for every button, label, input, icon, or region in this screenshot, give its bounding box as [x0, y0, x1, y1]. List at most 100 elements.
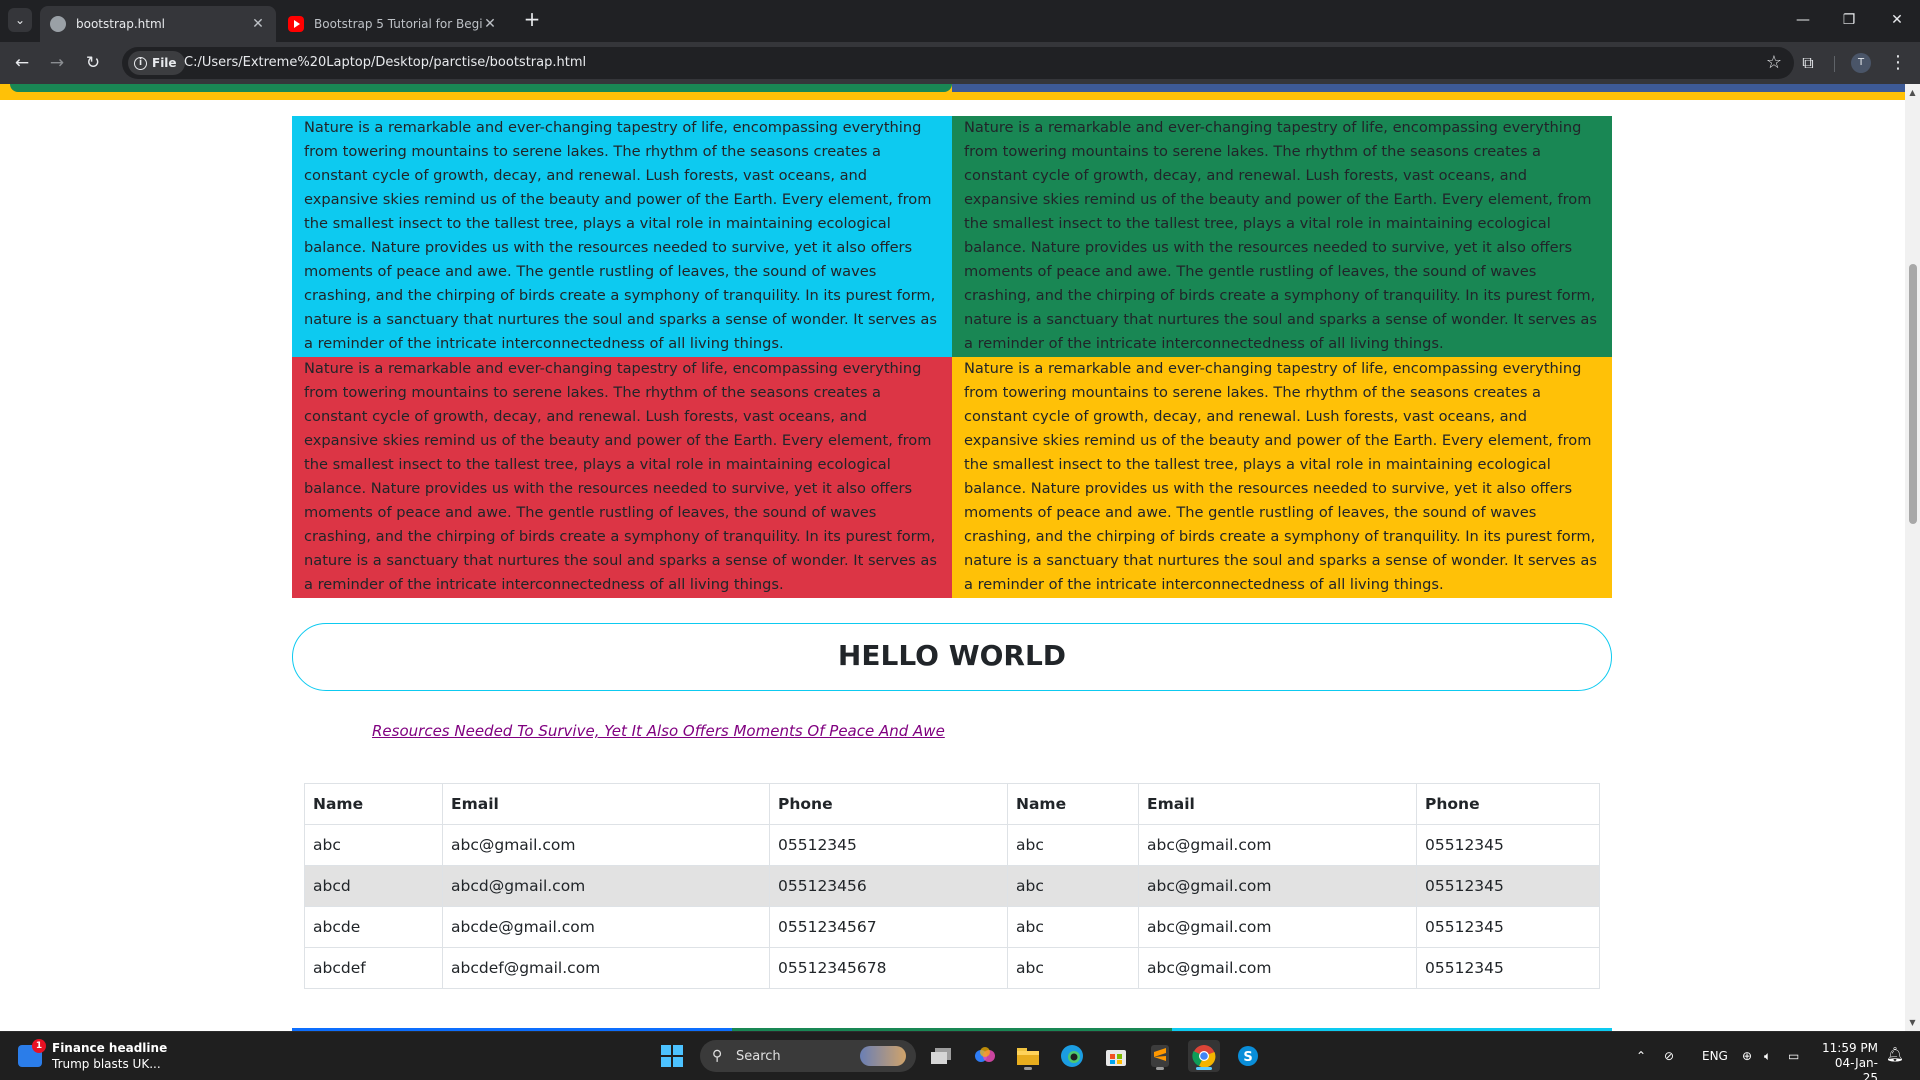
volume-icon[interactable]: 🔈︎ — [1764, 1032, 1771, 1080]
language-indicator[interactable]: ENG — [1702, 1032, 1728, 1080]
show-hidden-icons-chevron-icon[interactable]: ⌃ — [1636, 1032, 1646, 1080]
widget-title: Finance headline — [52, 1041, 168, 1055]
new-tab-button[interactable]: + — [520, 8, 544, 32]
table-row: abcd abcd@gmail.com 055123456 abc abc@gm… — [304, 865, 1600, 907]
table-cell: abc — [1007, 865, 1139, 907]
table-cell: abc — [1007, 824, 1139, 866]
table-cell: abc@gmail.com — [1138, 865, 1417, 907]
running-indicator — [1024, 1067, 1032, 1070]
page-viewport: Nature is a remarkable and ever-changing… — [0, 84, 1905, 1031]
skype-icon[interactable]: S — [1232, 1040, 1264, 1072]
table-row: abc abc@gmail.com 05512345 abc abc@gmail… — [304, 824, 1600, 866]
column-header-name: Name — [304, 783, 443, 825]
edge-browser-icon[interactable] — [1056, 1040, 1088, 1072]
table-cell: 05512345 — [1416, 947, 1600, 989]
widgets-icon: 1 — [18, 1039, 46, 1067]
info-icon: i — [134, 56, 147, 70]
table-cell: abc — [1007, 906, 1139, 948]
table-cell: abcdef — [304, 947, 443, 989]
back-arrow-icon[interactable]: ← — [10, 51, 34, 75]
search-highlight-image — [860, 1046, 906, 1066]
globe-icon — [50, 16, 66, 32]
file-explorer-icon[interactable] — [1012, 1040, 1044, 1072]
close-icon[interactable]: ✕ — [250, 16, 266, 32]
site-info-chip[interactable]: i File — [128, 51, 185, 75]
search-label: Search — [736, 1048, 781, 1064]
taskbar-search-box[interactable]: ⚲ Search — [700, 1040, 916, 1072]
table-cell: 0551234567 — [769, 906, 1008, 948]
tab-title: Bootstrap 5 Tutorial for Beginne — [314, 17, 482, 31]
news-widget[interactable]: 1 Finance headline Trump blasts UK... — [18, 1039, 168, 1072]
warning-paragraph-cell: Nature is a remarkable and ever-changing… — [952, 357, 1612, 598]
column-header-phone: Phone — [1416, 783, 1600, 825]
table-cell: 05512345 — [1416, 824, 1600, 866]
table-cell: abc@gmail.com — [1138, 906, 1417, 948]
clock-time: 11:59 PM — [1822, 1041, 1878, 1055]
task-view-icon[interactable] — [925, 1040, 957, 1072]
table-cell: 05512345 — [1416, 906, 1600, 948]
system-clock[interactable]: 11:59 PM 04-Jan-25 — [1820, 1041, 1878, 1080]
table-row: abcdef abcdef@gmail.com 05512345678 abc … — [304, 947, 1600, 989]
network-offline-icon[interactable]: ⊘ — [1664, 1032, 1674, 1080]
tab-bootstrap-html[interactable]: bootstrap.html ✕ — [40, 6, 276, 42]
menu-kebab-icon[interactable]: ⋮ — [1888, 51, 1908, 75]
windows-start-icon[interactable] — [656, 1040, 688, 1072]
window-close-button[interactable]: ✕ — [1874, 0, 1920, 42]
resources-link[interactable]: Resources Needed To Survive, Yet It Also… — [372, 722, 945, 740]
page-scrollbar[interactable]: ▲ ▼ — [1905, 84, 1920, 1031]
notification-bell-icon[interactable]: 🔔︎ — [1886, 1047, 1904, 1063]
success-paragraph-cell: Nature is a remarkable and ever-changing… — [952, 116, 1612, 357]
site-info-label: File — [152, 56, 177, 70]
table-cell: abc@gmail.com — [442, 824, 770, 866]
running-indicator — [1196, 1067, 1212, 1070]
table-cell: 05512345 — [1416, 865, 1600, 907]
copilot-icon[interactable] — [969, 1040, 1001, 1072]
minimize-button[interactable]: — — [1780, 0, 1826, 42]
restore-button[interactable]: ❐ — [1826, 0, 1872, 42]
scroll-up-arrow-icon[interactable]: ▲ — [1905, 88, 1920, 97]
profile-avatar[interactable]: T — [1851, 53, 1871, 73]
sublime-text-icon[interactable] — [1144, 1040, 1176, 1072]
column-header-name: Name — [1007, 783, 1139, 825]
reload-icon[interactable]: ↻ — [81, 51, 105, 75]
microsoft-store-icon[interactable] — [1100, 1040, 1132, 1072]
table-cell: abc@gmail.com — [1138, 947, 1417, 989]
table-cell: abc — [1007, 947, 1139, 989]
search-icon: ⚲ — [712, 1048, 723, 1064]
column-header-email: Email — [1138, 783, 1417, 825]
tab-search-icon[interactable]: ⌄ — [8, 8, 32, 32]
table-cell: 05512345 — [769, 824, 1008, 866]
close-icon[interactable]: ✕ — [482, 16, 498, 32]
table-cell: abcde — [304, 906, 443, 948]
youtube-icon — [288, 16, 304, 32]
table-cell: 05512345678 — [769, 947, 1008, 989]
table-header-row: Name Email Phone Name Email Phone — [304, 783, 1600, 825]
widget-subtitle: Trump blasts UK... — [52, 1057, 161, 1071]
bookmark-star-icon[interactable]: ☆ — [1766, 47, 1782, 79]
scrollbar-thumb[interactable] — [1909, 264, 1917, 524]
top-color-strip — [0, 84, 1905, 100]
danger-paragraph-cell: Nature is a remarkable and ever-changing… — [292, 357, 952, 598]
extensions-puzzle-icon[interactable]: ⧉ — [1796, 51, 1820, 75]
scroll-down-arrow-icon[interactable]: ▼ — [1905, 1018, 1920, 1027]
table-cell: abc@gmail.com — [1138, 824, 1417, 866]
windows-taskbar: 1 Finance headline Trump blasts UK... ⚲ … — [0, 1031, 1920, 1080]
browser-toolbar: ← → ↻ i File C:/Users/Extreme%20Laptop/D… — [0, 42, 1920, 84]
address-bar[interactable]: i File C:/Users/Extreme%20Laptop/Desktop… — [122, 47, 1794, 79]
tab-youtube-tutorial[interactable]: Bootstrap 5 Tutorial for Beginne ✕ — [278, 6, 508, 42]
tab-title: bootstrap.html — [76, 17, 166, 31]
table-cell: 055123456 — [769, 865, 1008, 907]
battery-icon[interactable]: ▭ — [1788, 1032, 1799, 1080]
forward-arrow-icon[interactable]: → — [45, 51, 69, 75]
notification-badge: 1 — [32, 1039, 46, 1053]
table-cell: abc — [304, 824, 443, 866]
table-cell: abcde@gmail.com — [442, 906, 770, 948]
url-text[interactable]: C:/Users/Extreme%20Laptop/Desktop/parcti… — [184, 47, 586, 79]
green-strip-segment — [10, 84, 952, 92]
chrome-icon[interactable] — [1188, 1040, 1220, 1072]
table-cell: abcd@gmail.com — [442, 865, 770, 907]
hello-world-heading: HELLO WORLD — [292, 623, 1612, 691]
toolbar-divider — [1834, 56, 1835, 72]
wifi-globe-icon[interactable]: ⊕ — [1742, 1032, 1752, 1080]
column-header-email: Email — [442, 783, 770, 825]
